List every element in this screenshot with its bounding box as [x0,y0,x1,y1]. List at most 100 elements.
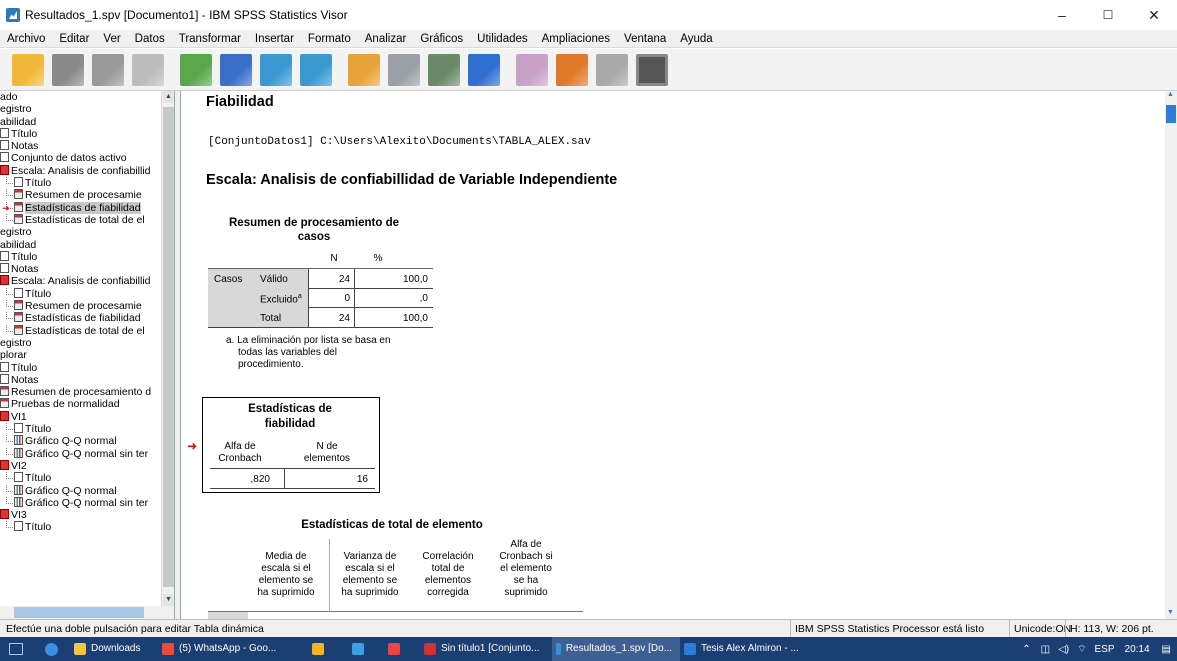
output-scroll-thumb[interactable] [1166,105,1176,123]
outline-node[interactable]: Estadísticas de total de el [0,213,160,226]
undo-icon[interactable] [260,53,292,86]
outline-node[interactable]: plorar [0,349,160,361]
outline-node[interactable]: VI3 [0,509,160,521]
outline-node[interactable]: egistro [0,103,160,115]
edge-button[interactable] [36,637,70,661]
designate-window-icon[interactable] [516,53,548,86]
outline-node[interactable]: Notas [0,373,160,386]
language-indicator[interactable]: ESP [1095,644,1115,655]
outline-vertical-scrollbar[interactable]: ▲ ▼ [161,91,174,606]
clock[interactable]: 20:14 [1125,644,1150,655]
outline-node[interactable]: Gráfico Q-Q normal [0,484,160,497]
insert-icon[interactable] [636,53,668,86]
outline-node[interactable]: Resumen de procesamie [0,300,160,312]
goto-variable-icon[interactable] [428,53,460,86]
scroll-down-icon[interactable]: ▼ [163,594,174,606]
menu-item[interactable]: Ampliaciones [535,30,617,48]
redo-icon[interactable] [300,53,332,86]
outline-scroll-thumb[interactable] [163,107,174,587]
menu-item[interactable]: Formato [301,30,358,48]
pane-splitter[interactable] [175,91,181,619]
outline-node[interactable]: Título [0,287,160,300]
print-preview-icon[interactable] [132,53,164,86]
wifi-icon[interactable]: ⌔ [1077,643,1086,656]
menu-item[interactable]: Archivo [0,30,52,48]
outline-node[interactable]: Gráfico Q-Q normal [0,435,160,447]
system-tray: ⌃ ◫ ◁) ⌔ ESP 20:14 ▤ [1022,637,1177,661]
menu-item[interactable]: Ayuda [673,30,719,48]
outline-node[interactable]: Gráfico Q-Q normal sin ter [0,496,160,509]
goto-case-icon[interactable] [388,53,420,86]
taskbar-app-button[interactable] [348,637,384,661]
outline-node[interactable]: Estadísticas de total de el [0,324,160,337]
outline-node[interactable]: Escala: Analisis de confiabillid [0,275,160,287]
outline-node[interactable]: Título [0,423,160,435]
outline-node[interactable]: Notas [0,140,160,152]
task-view-button[interactable] [0,637,36,661]
save-icon[interactable] [52,53,84,86]
outline-node[interactable]: Conjunto de datos activo [0,152,160,164]
scroll-up-icon[interactable]: ▲ [163,91,174,103]
menu-item[interactable]: Ver [96,30,127,48]
outline-node[interactable]: Pruebas de normalidad [0,398,160,410]
outline-node[interactable]: Notas [0,263,160,275]
outline-node[interactable]: Resumen de procesamie [0,189,160,201]
scroll-down-icon[interactable]: ▼ [1167,609,1174,616]
taskbar-app-button[interactable]: Tesis Alex Almiron - ... [680,637,810,661]
minimize-button[interactable]: – [1039,0,1085,30]
taskbar-app-button[interactable]: Resultados_1.spv [Do... [552,637,680,661]
scroll-up-icon[interactable]: ▲ [1167,91,1174,98]
tray-chevron-icon[interactable]: ⌃ [1022,644,1030,655]
network-icon[interactable]: ◫ [1041,644,1050,655]
menu-item[interactable]: Analizar [358,30,414,48]
menu-item[interactable]: Transformar [172,30,248,48]
menu-item[interactable]: Editar [52,30,96,48]
goto-data-icon[interactable] [348,53,380,86]
menu-item[interactable]: Ventana [617,30,673,48]
outline-node[interactable]: Título [0,127,160,140]
outline-hscroll-thumb[interactable] [14,607,144,618]
show-hide-icon[interactable] [596,53,628,86]
menu-item[interactable]: Gráficos [413,30,470,48]
export-icon[interactable] [180,53,212,86]
output-vertical-scrollbar[interactable]: ▲ ▼ [1165,91,1177,619]
outline-node[interactable]: ado [0,91,160,103]
outline-node[interactable]: Estadísticas de fiabilidad [0,312,160,324]
taskbar-app-button[interactable] [308,637,348,661]
script-icon[interactable] [556,53,588,86]
menu-item[interactable]: Datos [128,30,172,48]
outline-horizontal-scrollbar[interactable] [0,606,174,619]
output-pane: Fiabilidad [ConjuntoDatos1] C:\Users\Ale… [182,91,1165,619]
menu-item[interactable]: Insertar [248,30,301,48]
recall-dialog-icon[interactable] [220,53,252,86]
current-item-arrow-icon: ➜ [187,439,198,453]
menu-item[interactable]: Utilidades [470,30,535,48]
print-icon[interactable] [92,53,124,86]
outline-node[interactable]: Gráfico Q-Q normal sin ter [0,447,160,460]
outline-node[interactable]: Título [0,521,160,533]
outline-node[interactable]: Resumen de procesamiento d [0,386,160,398]
outline-node[interactable]: Título [0,361,160,374]
outline-node-label: Notas [11,140,39,153]
open-folder-icon[interactable] [12,53,44,86]
taskbar-app-button[interactable] [384,637,420,661]
outline-node[interactable]: VI1 [0,410,160,423]
outline-node[interactable]: Título [0,177,160,189]
outline-node[interactable]: egistro [0,337,160,349]
outline-node[interactable]: Escala: Analisis de confiabillid [0,164,160,177]
outline-node[interactable]: ➜ Estadísticas de fiabilidad [0,201,160,214]
close-button[interactable]: ✕ [1131,0,1177,30]
volume-icon[interactable]: ◁) [1058,644,1069,655]
maximize-button[interactable]: ☐ [1085,0,1131,30]
outline-node[interactable]: Título [0,472,160,484]
taskbar-app-button[interactable]: (5) WhatsApp - Goo... [158,637,308,661]
outline-node[interactable]: Título [0,250,160,263]
outline-node[interactable]: abilidad [0,116,160,128]
variables-icon[interactable] [468,53,500,86]
outline-node[interactable]: abilidad [0,239,160,251]
taskbar-app-button[interactable]: Downloads [70,637,158,661]
notifications-icon[interactable]: ▤ [1162,644,1171,655]
taskbar-app-button[interactable]: Sin título1 [Conjunto... [420,637,552,661]
outline-node[interactable]: egistro [0,226,160,238]
outline-node[interactable]: VI2 [0,459,160,472]
